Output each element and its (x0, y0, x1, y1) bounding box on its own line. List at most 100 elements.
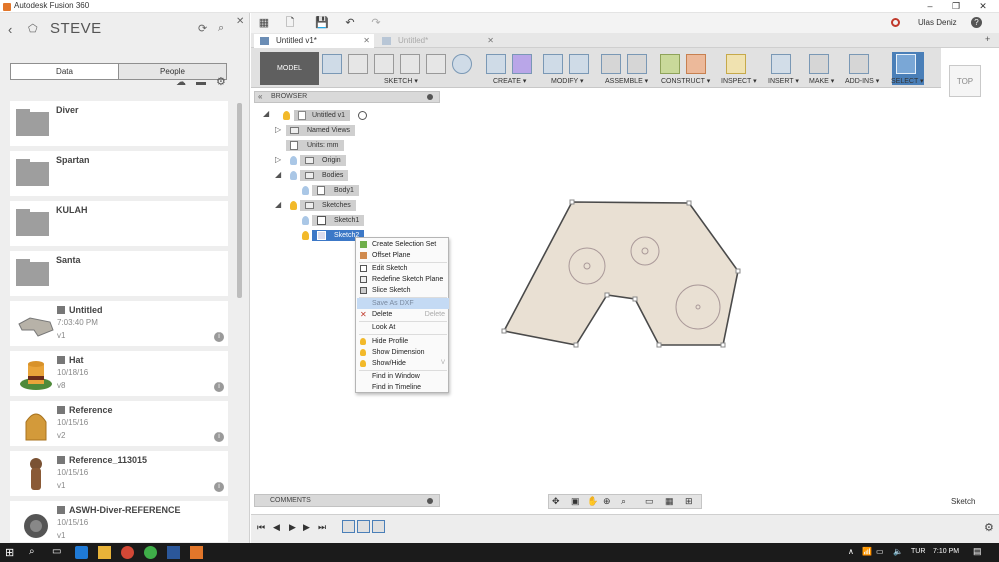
look-at-icon[interactable]: ▣ (571, 496, 580, 507)
stop-sketch-icon[interactable] (452, 54, 472, 74)
comments-bar[interactable]: COMMENTS (254, 494, 440, 507)
visibility-bulb-icon[interactable] (302, 216, 309, 225)
close-tab-icon[interactable]: ✕ (487, 34, 494, 47)
folder-card[interactable]: Spartan (10, 151, 228, 196)
menu-item-slice-sketch[interactable]: Slice Sketch (357, 285, 449, 296)
pan-icon[interactable]: ✋ (587, 496, 598, 507)
scrollbar[interactable] (237, 103, 242, 298)
info-icon[interactable]: i (214, 432, 224, 442)
dimension-icon[interactable] (426, 54, 446, 74)
tray-up-icon[interactable]: ∧ (848, 547, 854, 556)
press-pull-icon[interactable] (543, 54, 563, 74)
info-icon[interactable]: i (214, 332, 224, 342)
create-sketch-icon[interactable] (322, 54, 342, 74)
fit-icon[interactable]: ⌕ (621, 496, 626, 507)
back-icon[interactable]: ‹ (8, 22, 12, 37)
restore-button[interactable]: ❐ (943, 0, 969, 13)
revit-icon[interactable] (167, 546, 180, 559)
line-icon[interactable] (348, 54, 368, 74)
browser-options-icon[interactable] (427, 94, 433, 100)
timeline-extrude-icon[interactable] (357, 520, 370, 533)
language-indicator[interactable]: TUR (911, 548, 925, 555)
redo-icon[interactable]: ↷ (369, 16, 383, 30)
comments-options-icon[interactable] (427, 498, 433, 504)
visibility-bulb-icon[interactable] (302, 186, 309, 195)
menu-item-edit-sketch[interactable]: Edit Sketch (357, 263, 449, 274)
select-menu[interactable]: SELECT ▾ (891, 77, 924, 85)
network-icon[interactable]: 📶 (862, 547, 872, 556)
file-explorer-icon[interactable] (98, 546, 111, 559)
design-card[interactable]: Hat 10/18/16 v8 i (10, 351, 228, 396)
close-button[interactable]: ✕ (970, 0, 996, 13)
grid-menu-icon[interactable]: ▦ (257, 16, 271, 30)
expand-arrow-icon[interactable]: ◢ (263, 109, 269, 118)
project-icon[interactable] (400, 54, 420, 74)
display-settings-icon[interactable]: ▭ (645, 496, 654, 507)
battery-icon[interactable]: ▭ (876, 547, 884, 556)
step-back-icon[interactable]: ◀ (273, 522, 280, 533)
add-ins-menu[interactable]: ADD-INS ▾ (845, 77, 879, 85)
orbit-icon[interactable]: ✥ (552, 496, 560, 507)
fillet-icon[interactable] (569, 54, 589, 74)
visibility-bulb-icon[interactable] (283, 111, 290, 120)
sketch-menu[interactable]: SKETCH ▾ (384, 77, 418, 85)
upload-icon[interactable]: ☁ (176, 77, 186, 88)
edge-icon[interactable] (75, 546, 88, 559)
tab-untitled-v1[interactable]: Untitled v1* ✕ (254, 34, 374, 48)
new-tab-icon[interactable]: + (985, 34, 990, 44)
design-card[interactable]: Untitled 7:03:40 PM v1 i (10, 301, 228, 346)
refresh-icon[interactable]: ⟳ (198, 22, 207, 35)
info-icon[interactable]: i (214, 382, 224, 392)
close-tab-icon[interactable]: ✕ (363, 34, 370, 47)
workspace-switcher[interactable]: MODEL (260, 52, 319, 85)
collapse-icon[interactable]: « (258, 92, 262, 101)
go-to-end-icon[interactable]: ⏭ (318, 522, 326, 533)
settings-gear-icon[interactable]: ⚙ (216, 75, 226, 88)
design-card[interactable]: ASWH-Diver-REFERENCE 10/15/16 v1 (10, 501, 228, 542)
clock[interactable]: 7:10 PM (933, 548, 959, 555)
menu-item-show-hide[interactable]: Show/Hide V (357, 358, 449, 369)
tab-data[interactable]: Data (11, 64, 119, 79)
insert-menu[interactable]: INSERT ▾ (768, 77, 799, 85)
menu-item-hide-profile[interactable]: Hide Profile (357, 336, 449, 347)
grid-settings-icon[interactable]: ▦ (665, 496, 674, 507)
chrome-alt-icon[interactable] (144, 546, 157, 559)
menu-item-find-in-window[interactable]: Find in Window (357, 371, 449, 382)
start-icon[interactable]: ⊞ (5, 546, 14, 559)
construct-menu[interactable]: CONSTRUCT ▾ (661, 77, 710, 85)
design-card[interactable]: Reference 10/15/16 v2 i (10, 401, 228, 446)
expand-arrow-icon[interactable]: ▷ (275, 125, 281, 134)
visibility-bulb-icon[interactable] (290, 201, 297, 210)
insert-image-icon[interactable] (771, 54, 791, 74)
tab-untitled[interactable]: Untitled* ✕ (376, 34, 498, 48)
timeline-settings-gear-icon[interactable]: ⚙ (984, 521, 994, 534)
step-forward-icon[interactable]: ▶ (303, 522, 310, 533)
scripts-icon[interactable] (849, 54, 869, 74)
menu-item-save-as-dxf[interactable]: Save As DXF (357, 298, 449, 309)
menu-item-show-dimension[interactable]: Show Dimension (357, 347, 449, 358)
expand-arrow-icon[interactable]: ◢ (275, 200, 281, 209)
close-panel-icon[interactable]: ✕ (236, 16, 244, 27)
offset-plane-icon[interactable] (660, 54, 680, 74)
viewcube[interactable]: TOP (949, 65, 981, 97)
sphere-icon[interactable] (512, 54, 532, 74)
menu-item-redefine-sketch-plane[interactable]: Redefine Sketch Plane (357, 274, 449, 285)
menu-item-find-in-timeline[interactable]: Find in Timeline (357, 382, 449, 393)
menu-item-create-selection-set[interactable]: Create Selection Set (357, 239, 449, 250)
zoom-icon[interactable]: ⊕ (603, 496, 611, 507)
undo-icon[interactable]: ↶ (343, 16, 357, 30)
make-menu[interactable]: MAKE ▾ (809, 77, 834, 85)
inspect-menu[interactable]: INSPECT ▾ (721, 77, 757, 85)
fusion-taskbar-icon[interactable] (190, 546, 203, 559)
rectangle-icon[interactable] (374, 54, 394, 74)
timeline-sketch-icon[interactable] (342, 520, 355, 533)
go-to-start-icon[interactable]: ⏮ (257, 522, 265, 533)
visibility-bulb-icon[interactable] (302, 231, 309, 240)
new-folder-icon[interactable]: ▬ (196, 77, 206, 88)
task-view-icon[interactable]: ▭ (52, 546, 61, 557)
browser-header[interactable]: « BROWSER (254, 91, 440, 103)
hub-icon[interactable]: ⬠ (28, 22, 38, 35)
expand-arrow-icon[interactable]: ◢ (275, 170, 281, 179)
menu-item-look-at[interactable]: Look At (357, 322, 449, 333)
modify-menu[interactable]: MODIFY ▾ (551, 77, 584, 85)
